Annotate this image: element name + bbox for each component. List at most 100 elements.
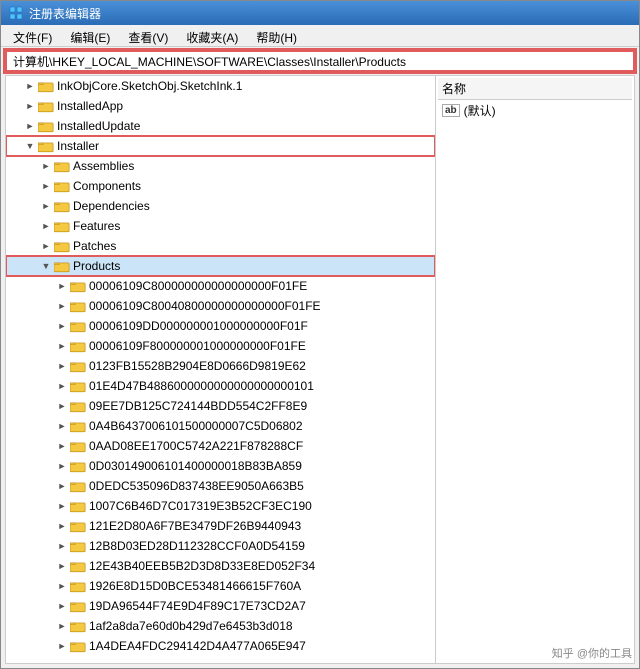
default-value-item[interactable]: ab (默认) [438, 100, 632, 120]
tree-item[interactable]: ► 19DA96544F74E9D4F89C17E73CD2A7 [6, 596, 435, 616]
tree-expand-icon[interactable]: ► [38, 178, 54, 194]
tree-expand-icon[interactable]: ► [54, 618, 70, 634]
tree-item-label: 0A4B6437006101500000007C5D06802 [89, 419, 303, 433]
tree-item-label: 0D030149006101400000018B83BA859 [89, 459, 302, 473]
tree-item-label: Components [73, 179, 141, 193]
tree-item-label: 12B8D03ED28D112328CCF0A0D54159 [89, 539, 305, 553]
tree-expand-icon[interactable]: ► [38, 238, 54, 254]
title-bar: 注册表编辑器 [1, 1, 639, 25]
tree-item[interactable]: ► 1af2a8da7e60d0b429d7e6453b3d018 [6, 616, 435, 636]
tree-item-label: Patches [73, 239, 116, 253]
tree-item[interactable]: ► Features [6, 216, 435, 236]
tree-item[interactable]: ► InstalledUpdate [6, 116, 435, 136]
tree-item-label: Products [73, 259, 120, 273]
folder-icon [54, 239, 70, 253]
folder-icon [54, 159, 70, 173]
tree-expand-icon[interactable]: ► [54, 278, 70, 294]
tree-item[interactable]: ► InkObjCore.SketchObj.SketchInk.1 [6, 76, 435, 96]
tree-expand-icon[interactable]: ► [54, 358, 70, 374]
tree-item-label: InkObjCore.SketchObj.SketchInk.1 [57, 79, 242, 93]
tree-item[interactable]: ► 1A4DEA4FDC294142D4A477A065E947 [6, 636, 435, 656]
tree-item-label: 00006109DD000000001000000000F01F [89, 319, 308, 333]
tree-expand-icon[interactable]: ► [54, 638, 70, 654]
tree-expand-icon[interactable]: ► [54, 298, 70, 314]
tree-item[interactable]: ► 0DEDC535096D837438EE9050A663B5 [6, 476, 435, 496]
registry-editor-window: 注册表编辑器 文件(F) 编辑(E) 查看(V) 收藏夹(A) 帮助(H) 计算… [0, 0, 640, 669]
tree-item-label: 121E2D80A6F7BE3479DF26B9440943 [89, 519, 301, 533]
tree-expand-icon[interactable]: ► [38, 218, 54, 234]
tree-item[interactable]: ► 1926E8D15D0BCE53481466615F760A [6, 576, 435, 596]
tree-expand-icon[interactable]: ► [22, 78, 38, 94]
tree-item[interactable]: ▼ Products [6, 256, 435, 276]
tree-expand-icon[interactable]: ► [22, 98, 38, 114]
tree-item-label: 00006109C80040800000000000000F01FE [89, 299, 321, 313]
tree-expand-icon[interactable]: ► [22, 118, 38, 134]
tree-item-label: 1A4DEA4FDC294142D4A477A065E947 [89, 639, 306, 653]
tree-expand-icon[interactable]: ► [54, 518, 70, 534]
tree-item[interactable]: ► 0D030149006101400000018B83BA859 [6, 456, 435, 476]
folder-icon [54, 259, 70, 273]
tree-item[interactable]: ► Assemblies [6, 156, 435, 176]
string-value-icon: ab [442, 104, 460, 117]
tree-item[interactable]: ► 00006109DD000000001000000000F01F [6, 316, 435, 336]
tree-item[interactable]: ► Patches [6, 236, 435, 256]
tree-item[interactable]: ► 00006109F800000001000000000F01FE [6, 336, 435, 356]
registry-values: 名称 ab (默认) [436, 76, 634, 663]
tree-item[interactable]: ► InstalledApp [6, 96, 435, 116]
menu-view[interactable]: 查看(V) [120, 27, 176, 44]
folder-icon [70, 339, 86, 353]
tree-expand-icon[interactable]: ► [54, 398, 70, 414]
tree-item-label: 12E43B40EEB5B2D3D8D33E8ED052F34 [89, 559, 315, 573]
tree-item-label: 00006109F800000001000000000F01FE [89, 339, 306, 353]
folder-icon [70, 419, 86, 433]
tree-item-label: 1007C6B46D7C017319E3B52CF3EC190 [89, 499, 312, 513]
tree-expand-icon[interactable]: ► [54, 578, 70, 594]
tree-item[interactable]: ▼ Installer [6, 136, 435, 156]
tree-expand-icon[interactable]: ► [54, 538, 70, 554]
tree-item-label: 19DA96544F74E9D4F89C17E73CD2A7 [89, 599, 306, 613]
tree-item[interactable]: ► 1007C6B46D7C017319E3B52CF3EC190 [6, 496, 435, 516]
tree-item-label: InstalledUpdate [57, 119, 140, 133]
app-icon [9, 6, 23, 20]
tree-expand-icon[interactable]: ► [54, 338, 70, 354]
tree-item[interactable]: ► 09EE7DB125C724144BDD554C2FF8E9 [6, 396, 435, 416]
tree-expand-icon[interactable]: ► [38, 158, 54, 174]
tree-expand-icon[interactable]: ► [54, 378, 70, 394]
tree-item[interactable]: ► 0A4B6437006101500000007C5D06802 [6, 416, 435, 436]
tree-item[interactable]: ► 01E4D47B4886000000000000000000101 [6, 376, 435, 396]
tree-expand-icon[interactable]: ▼ [38, 258, 54, 274]
folder-icon [70, 619, 86, 633]
tree-item-label: 01E4D47B4886000000000000000000101 [89, 379, 314, 393]
tree-item[interactable]: ► 0123FB15528B2904E8D0666D9819E62 [6, 356, 435, 376]
tree-item[interactable]: ► 121E2D80A6F7BE3479DF26B9440943 [6, 516, 435, 536]
tree-expand-icon[interactable]: ► [54, 598, 70, 614]
address-bar[interactable]: 计算机\HKEY_LOCAL_MACHINE\SOFTWARE\Classes\… [5, 50, 635, 72]
tree-expand-icon[interactable]: ► [54, 438, 70, 454]
tree-expand-icon[interactable]: ► [38, 198, 54, 214]
tree-expand-icon[interactable]: ► [54, 318, 70, 334]
menu-help[interactable]: 帮助(H) [248, 27, 305, 44]
tree-item[interactable]: ► 0AAD08EE1700C5742A221F878288CF [6, 436, 435, 456]
tree-item[interactable]: ► Components [6, 176, 435, 196]
menu-file[interactable]: 文件(F) [5, 27, 60, 44]
tree-item[interactable]: ► 12E43B40EEB5B2D3D8D33E8ED052F34 [6, 556, 435, 576]
tree-item[interactable]: ► 00006109C80040800000000000000F01FE [6, 296, 435, 316]
tree-expand-icon[interactable]: ► [54, 458, 70, 474]
tree-item-label: Installer [57, 139, 99, 153]
folder-icon [54, 199, 70, 213]
folder-icon [70, 479, 86, 493]
tree-expand-icon[interactable]: ▼ [22, 138, 38, 154]
tree-item[interactable]: ► 00006109C800000000000000000F01FE [6, 276, 435, 296]
watermark: 知乎 @你的工具 [552, 645, 632, 661]
tree-expand-icon[interactable]: ► [54, 498, 70, 514]
tree-item[interactable]: ► 12B8D03ED28D112328CCF0A0D54159 [6, 536, 435, 556]
menu-favorites[interactable]: 收藏夹(A) [178, 27, 246, 44]
folder-icon [38, 139, 54, 153]
tree-expand-icon[interactable]: ► [54, 418, 70, 434]
tree-item[interactable]: ► Dependencies [6, 196, 435, 216]
tree-expand-icon[interactable]: ► [54, 558, 70, 574]
folder-icon [70, 299, 86, 313]
menu-edit[interactable]: 编辑(E) [62, 27, 118, 44]
registry-tree[interactable]: ► InkObjCore.SketchObj.SketchInk.1► Inst… [6, 76, 436, 663]
tree-expand-icon[interactable]: ► [54, 478, 70, 494]
